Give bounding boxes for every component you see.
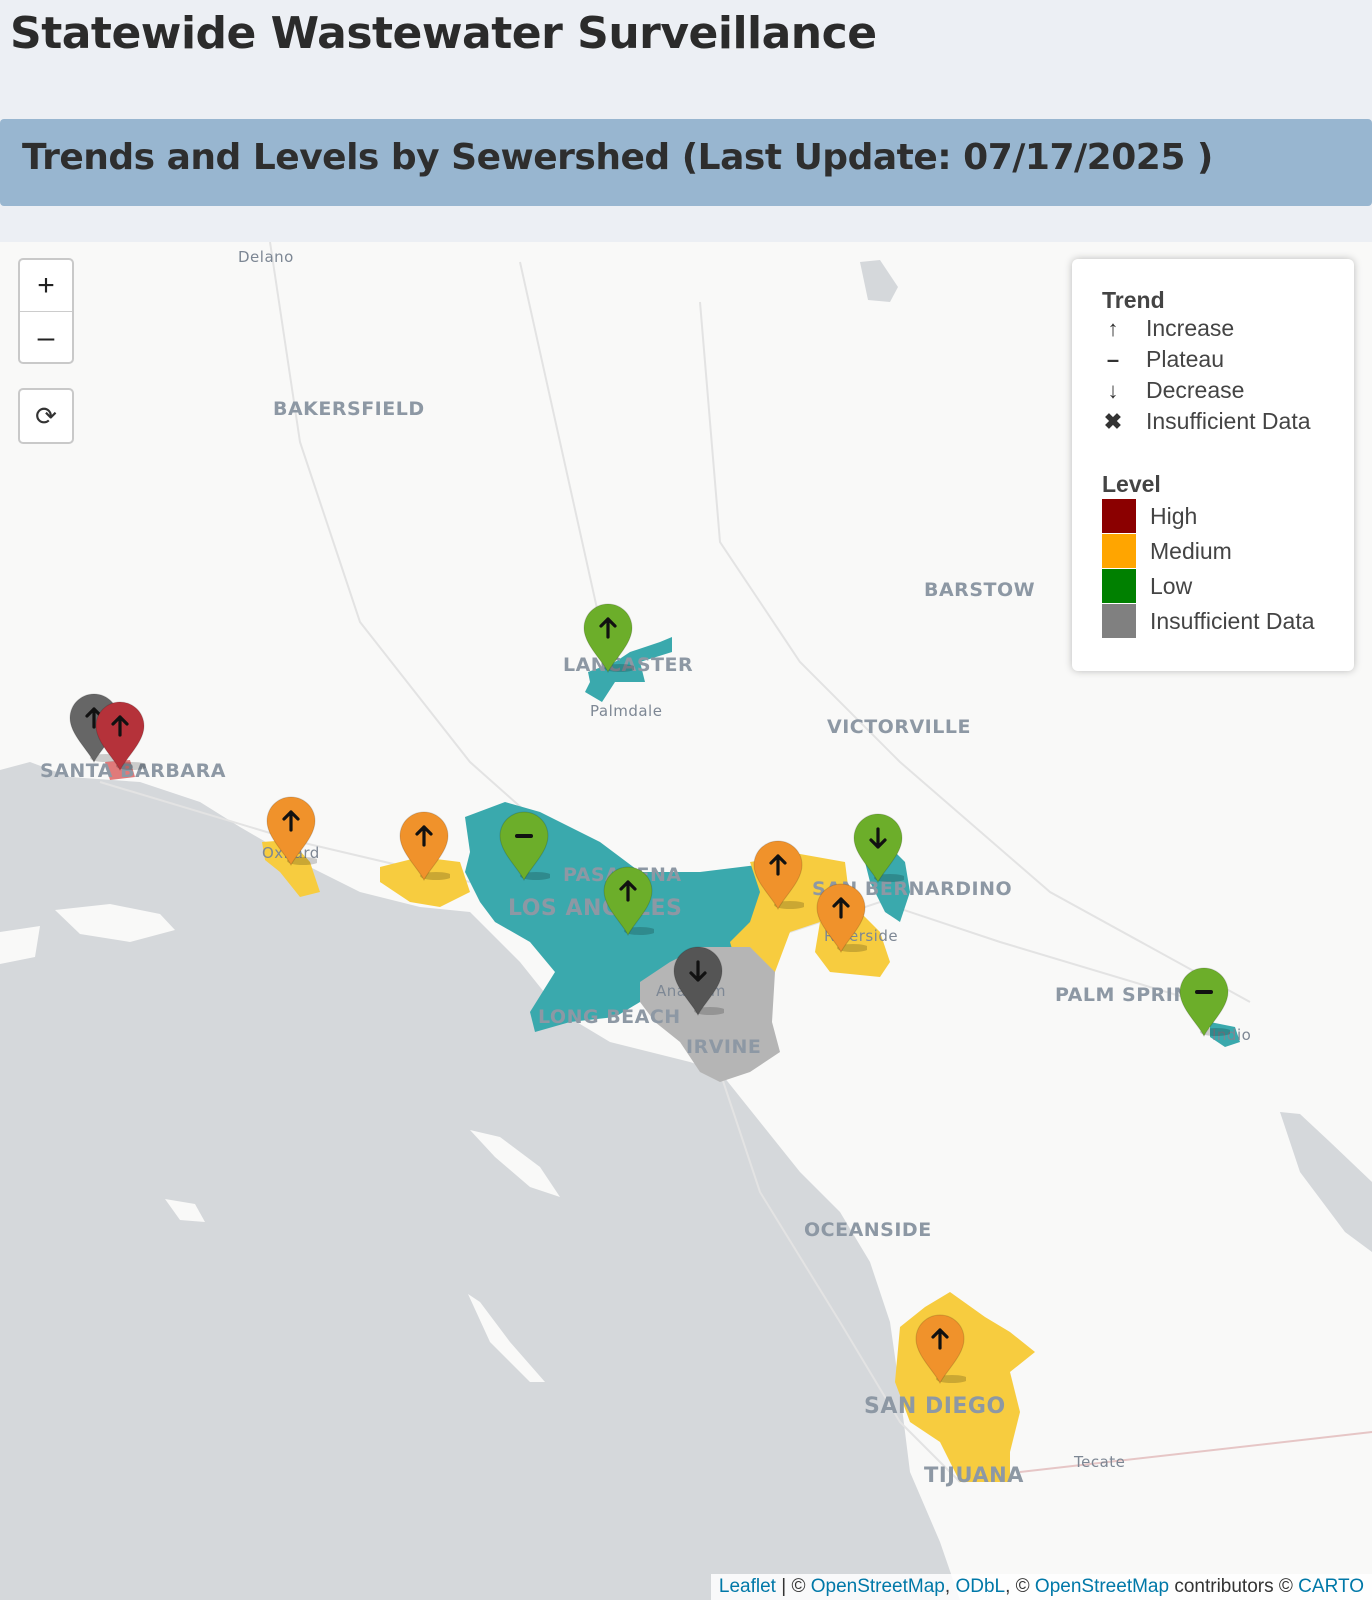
city-label-barstow: BARSTOW (924, 579, 1036, 601)
legend-trend-decrease: ↓ Decrease (1102, 377, 1245, 404)
section-header: Trends and Levels by Sewershed (Last Upd… (0, 119, 1372, 206)
odbl-link[interactable]: ODbL (955, 1576, 1005, 1597)
reset-view-button[interactable]: ⟳ (18, 388, 74, 444)
arrow-down-icon: ↓ (1107, 377, 1119, 403)
map-marker-los-angeles-central[interactable] (602, 865, 654, 937)
osm-contributors-link[interactable]: OpenStreetMap (1035, 1576, 1169, 1597)
city-label-tijuana: TIJUANA (924, 1463, 1024, 1487)
page-title: Statewide Wastewater Surveillance (10, 8, 877, 59)
attribution-text: , (944, 1576, 956, 1597)
city-label-long-beach: LONG BEACH (538, 1006, 681, 1028)
map-marker-orange-county[interactable] (672, 945, 724, 1017)
legend-label: High (1150, 502, 1198, 529)
map-marker-san-diego[interactable] (914, 1313, 966, 1385)
attribution-text: | © (775, 1576, 811, 1597)
city-label-palmdale: Palmdale (590, 702, 663, 720)
salton-sea (1280, 1112, 1372, 1252)
legend-level-medium: Medium (1102, 534, 1232, 568)
map-marker-lancaster[interactable] (582, 602, 634, 674)
zoom-control: + – (18, 258, 74, 364)
legend-level-insufficient: Insufficient Data (1102, 604, 1315, 638)
legend-label: Low (1150, 572, 1193, 599)
map-marker-san-bernardino[interactable] (852, 812, 904, 884)
section-title: Trends and Levels by Sewershed (Last Upd… (22, 137, 1213, 178)
city-label-irvine: IRVINE (686, 1036, 762, 1058)
map-marker-oxnard[interactable] (265, 795, 317, 867)
map-container[interactable]: Delano BAKERSFIELD BARSTOW LANCASTER Pal… (0, 242, 1372, 1600)
legend-level-title: Level (1102, 471, 1161, 497)
city-label-bakersfield: BAKERSFIELD (273, 398, 425, 420)
zoom-out-button[interactable]: – (20, 312, 72, 363)
legend-trend-plateau: – Plateau (1102, 346, 1224, 373)
lake (860, 260, 898, 302)
attribution-text: , © (1005, 1576, 1035, 1597)
arrow-up-icon: ↑ (1107, 315, 1119, 341)
x-icon: ✖ (1103, 408, 1123, 434)
legend-trend-title: Trend (1102, 287, 1165, 313)
city-label-oceanside: OCEANSIDE (804, 1219, 932, 1241)
legend-label: Plateau (1146, 346, 1225, 372)
city-label-tecate: Tecate (1074, 1453, 1126, 1471)
map-marker-riverside[interactable] (815, 882, 867, 954)
zoom-in-button[interactable]: + (20, 260, 72, 312)
map-marker-indio[interactable] (1178, 966, 1230, 1038)
dash-icon: – (1106, 346, 1120, 372)
map-marker-ontario[interactable] (752, 839, 804, 911)
color-swatch (1102, 604, 1136, 638)
legend-trend-insufficient: ✖ Insufficient Data (1102, 408, 1311, 435)
legend-label: Insufficient Data (1146, 408, 1311, 434)
attribution-text: contributors © (1169, 1576, 1299, 1597)
city-label-san-diego: SAN DIEGO (864, 1394, 1006, 1419)
city-label-los-angeles: LOS ANGELES (508, 896, 683, 921)
legend-label: Increase (1146, 315, 1235, 341)
color-swatch (1102, 499, 1136, 533)
color-swatch (1102, 569, 1136, 603)
map-marker-los-angeles-north[interactable] (498, 810, 550, 882)
legend-level-high: High (1102, 499, 1197, 533)
legend-level-low: Low (1102, 569, 1192, 603)
legend-trend-increase: ↑ Increase (1102, 315, 1235, 342)
legend-label: Medium (1150, 537, 1232, 564)
map-attribution: Leaflet | © OpenStreetMap, ODbL, © OpenS… (710, 1574, 1372, 1600)
refresh-icon: ⟳ (35, 400, 57, 431)
map-legend: Trend ↑ Increase – Plateau ↓ Decrease ✖ … (1072, 259, 1354, 671)
map-marker-santa-barbara-b[interactable] (94, 700, 146, 772)
carto-link[interactable]: CARTO (1298, 1576, 1364, 1597)
color-swatch (1102, 534, 1136, 568)
map-marker-simi-valley[interactable] (398, 810, 450, 882)
legend-label: Decrease (1146, 377, 1245, 403)
city-label-delano: Delano (238, 248, 294, 266)
leaflet-link[interactable]: Leaflet (719, 1576, 776, 1597)
city-label-victorville: VICTORVILLE (827, 716, 971, 738)
legend-label: Insufficient Data (1150, 607, 1315, 634)
osm-link[interactable]: OpenStreetMap (811, 1576, 945, 1597)
